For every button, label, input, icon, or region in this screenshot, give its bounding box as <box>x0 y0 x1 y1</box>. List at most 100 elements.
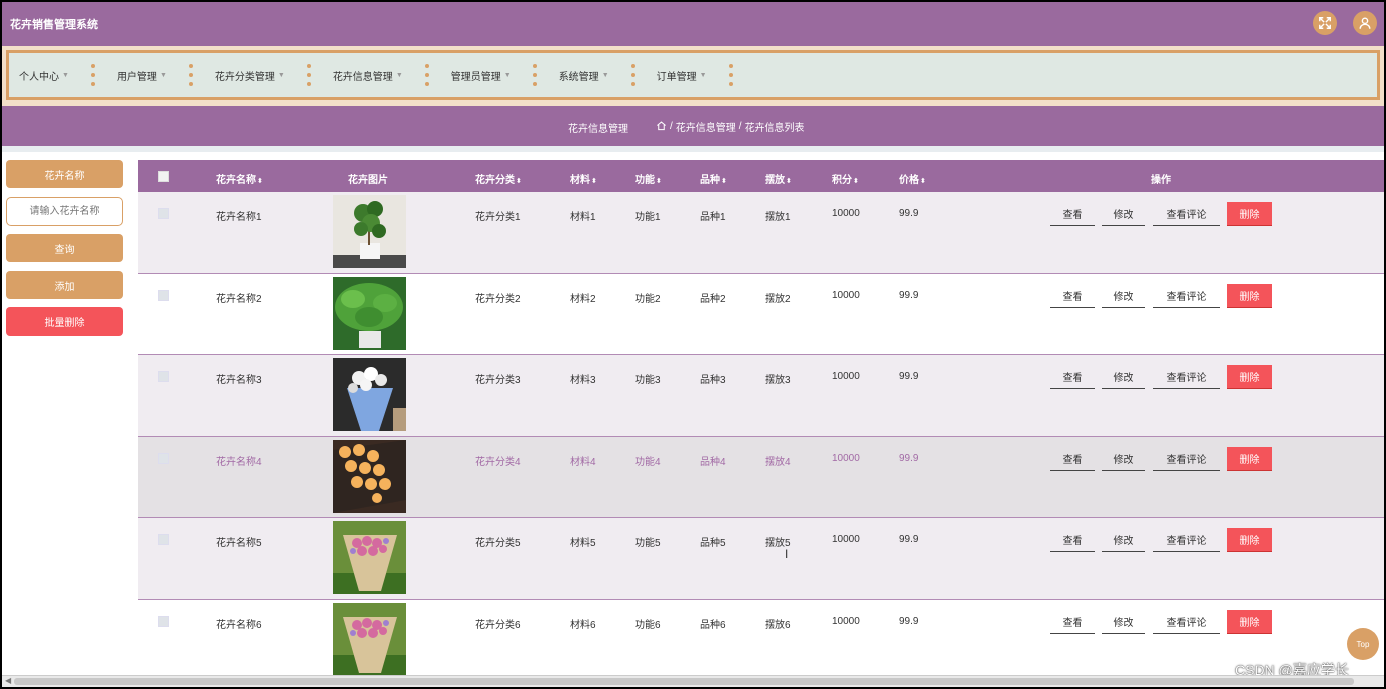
edit-button[interactable]: 修改 <box>1102 610 1145 634</box>
view-comments-button[interactable]: 查看评论 <box>1153 202 1220 226</box>
sort-icon[interactable]: ⬍ <box>786 178 792 185</box>
view-comments-button[interactable]: 查看评论 <box>1153 365 1220 389</box>
view-button[interactable]: 查看 <box>1050 447 1095 471</box>
delete-button[interactable]: 删除 <box>1227 609 1272 634</box>
cell-material: 材料5 <box>570 538 596 549</box>
app-window: 花卉销售管理系统 个人中心 ▼ 用户管理 ▼ 花卉分类管理 ▼ 花卉信息管理 ▼ 管理员管理 ▼ 系… <box>2 2 1384 687</box>
nav-item[interactable]: 用户管理 ▼ <box>117 68 167 83</box>
cell-placement: 摆放1 <box>765 212 791 223</box>
column-header[interactable]: 价格⬍ <box>899 171 926 186</box>
view-comments-button[interactable]: 查看评论 <box>1153 447 1220 471</box>
table-row[interactable]: 花卉名称1 花卉分类1 材料1 功能1 品种1 摆放1 10000 99.9 查看 修改 查看评论删… <box>138 192 1384 274</box>
horizontal-scrollbar[interactable]: ◀ <box>2 675 1384 687</box>
edit-button[interactable]: 修改 <box>1102 202 1145 226</box>
view-comments-button[interactable]: 查看评论 <box>1153 610 1220 634</box>
nav-item[interactable]: 个人中心 ▼ <box>19 68 69 83</box>
sort-icon[interactable]: ⬍ <box>591 178 597 185</box>
view-button[interactable]: 查看 <box>1050 365 1095 389</box>
column-header[interactable]: 花卉名称⬍ <box>216 171 263 186</box>
row-checkbox[interactable] <box>158 452 169 464</box>
scrollbar-thumb[interactable] <box>14 678 1354 685</box>
column-header-label: 品种 <box>700 175 720 186</box>
query-button[interactable]: 查询 <box>6 234 123 262</box>
sort-icon[interactable]: ⬍ <box>853 178 859 185</box>
cell-name: 花卉名称6 <box>216 619 262 631</box>
nav-separator <box>90 64 95 86</box>
breadcrumb-item[interactable]: 花卉信息管理 <box>676 119 736 134</box>
scroll-left-icon[interactable]: ◀ <box>5 676 11 685</box>
column-header[interactable]: 品种⬍ <box>700 171 727 186</box>
cell-name: 花卉名称3 <box>216 375 262 386</box>
column-header-label: 摆放 <box>765 175 785 186</box>
nav-separator <box>188 64 193 86</box>
row-checkbox[interactable] <box>158 534 169 545</box>
nav-item[interactable]: 管理员管理 ▼ <box>451 68 511 83</box>
nav-item[interactable]: 订单管理 ▼ <box>657 68 707 83</box>
user-icon[interactable] <box>1353 11 1377 35</box>
cell-price: 99.9 <box>899 534 919 545</box>
edit-button[interactable]: 修改 <box>1102 528 1145 552</box>
view-button[interactable]: 查看 <box>1050 610 1095 634</box>
breadcrumb-sep: / <box>670 121 673 132</box>
nav-menu: 个人中心 ▼ 用户管理 ▼ 花卉分类管理 ▼ 花卉信息管理 ▼ 管理员管理 ▼ 系统管理 ▼ 订单管理 ▼ <box>6 50 1380 100</box>
edit-button[interactable]: 修改 <box>1102 447 1145 471</box>
row-checkbox[interactable] <box>158 208 169 219</box>
column-header-label: 功能 <box>635 175 655 186</box>
flower-table: 花卉名称⬍ 花卉图片 花卉分类⬍ 材料⬍ 功能⬍ 品种⬍ 摆放⬍ 积分⬍ 价格⬍ 操作 花卉名称1… <box>138 160 1384 681</box>
cell-category: 花卉分类4 <box>475 456 521 468</box>
sort-icon[interactable]: ⬍ <box>257 178 263 185</box>
column-header[interactable]: 摆放⬍ <box>765 171 792 186</box>
view-button[interactable]: 查看 <box>1050 528 1095 552</box>
delete-button[interactable]: 删除 <box>1227 446 1272 471</box>
row-checkbox[interactable] <box>158 371 169 382</box>
cell-variety: 品种6 <box>700 619 726 631</box>
column-header[interactable]: 材料⬍ <box>570 171 597 186</box>
table-row[interactable]: 花卉名称5 花卉分类5 材料5 功能5 品种5 摆放5 10000 99.9 查看 修改 查看评论删… <box>138 518 1384 600</box>
nav-item-label: 花卉分类管理 <box>214 71 275 83</box>
nav-bar: 个人中心 ▼ 用户管理 ▼ 花卉分类管理 ▼ 花卉信息管理 ▼ 管理员管理 ▼ 系统管理 ▼ 订单管理 ▼ <box>2 46 1384 106</box>
nav-item[interactable]: 花卉分类管理 ▼ <box>215 68 285 83</box>
edit-button[interactable]: 修改 <box>1102 365 1145 389</box>
delete-button[interactable]: 删除 <box>1227 202 1272 226</box>
batch-delete-button[interactable]: 批量删除 <box>6 307 123 336</box>
breadcrumb: / 花卉信息管理 / 花卉信息列表 <box>656 119 805 134</box>
cell-variety: 品种2 <box>700 293 726 305</box>
home-icon[interactable] <box>656 120 667 134</box>
expand-icon[interactable] <box>1313 11 1337 35</box>
view-comments-button[interactable]: 查看评论 <box>1153 528 1220 552</box>
row-checkbox[interactable] <box>158 289 169 301</box>
nav-item[interactable]: 系统管理 ▼ <box>559 68 609 83</box>
cell-material: 材料6 <box>570 619 596 631</box>
view-comments-button[interactable]: 查看评论 <box>1153 284 1220 308</box>
search-input[interactable] <box>6 197 123 226</box>
column-header[interactable]: 花卉分类⬍ <box>475 171 522 186</box>
cell-points: 10000 <box>832 615 860 627</box>
table-row[interactable]: 花卉名称6 花卉分类6 材料6 功能6 品种6 摆放6 10000 99.9 查看 修改 查看评论删… <box>138 599 1384 681</box>
view-button[interactable]: 查看 <box>1050 202 1095 226</box>
chevron-down-icon: ▼ <box>503 71 511 79</box>
column-header[interactable]: 功能⬍ <box>635 171 662 186</box>
breadcrumb-item: 花卉信息列表 <box>744 123 805 134</box>
nav-separator <box>728 64 733 86</box>
nav-item[interactable]: 花卉信息管理 ▼ <box>333 68 403 83</box>
column-header[interactable]: 积分⬍ <box>832 171 859 186</box>
chevron-down-icon: ▼ <box>277 71 285 79</box>
cell-variety: 品种4 <box>700 456 726 468</box>
table-row[interactable]: 花卉名称2 花卉分类2 材料2 功能2 品种2 摆放2 10000 99.9 查看 修改 查看评论删… <box>138 273 1384 355</box>
sort-icon[interactable]: ⬍ <box>920 178 926 185</box>
sort-icon[interactable]: ⬍ <box>656 178 662 185</box>
table-row[interactable]: 花卉名称3 花卉分类3 材料3 功能3 品种3 摆放3 10000 99.9 查看 修改 查看评论删… <box>138 355 1384 437</box>
row-checkbox[interactable] <box>158 615 169 627</box>
table-row[interactable]: 花卉名称4 花卉分类4 材料4 功能4 品种4 摆放4 10000 99.9 查看 修改 查看评论删… <box>138 436 1384 518</box>
chevron-down-icon: ▼ <box>159 71 167 79</box>
sort-icon[interactable]: ⬍ <box>721 178 727 185</box>
delete-button[interactable]: 删除 <box>1227 365 1272 389</box>
sort-icon[interactable]: ⬍ <box>516 178 522 185</box>
delete-button[interactable]: 删除 <box>1227 283 1272 308</box>
add-button[interactable]: 添加 <box>6 271 123 299</box>
view-button[interactable]: 查看 <box>1050 284 1095 308</box>
edit-button[interactable]: 修改 <box>1102 284 1145 308</box>
delete-button[interactable]: 删除 <box>1227 528 1272 552</box>
back-to-top-button[interactable]: Top <box>1347 628 1379 660</box>
select-all-checkbox[interactable] <box>158 171 169 182</box>
